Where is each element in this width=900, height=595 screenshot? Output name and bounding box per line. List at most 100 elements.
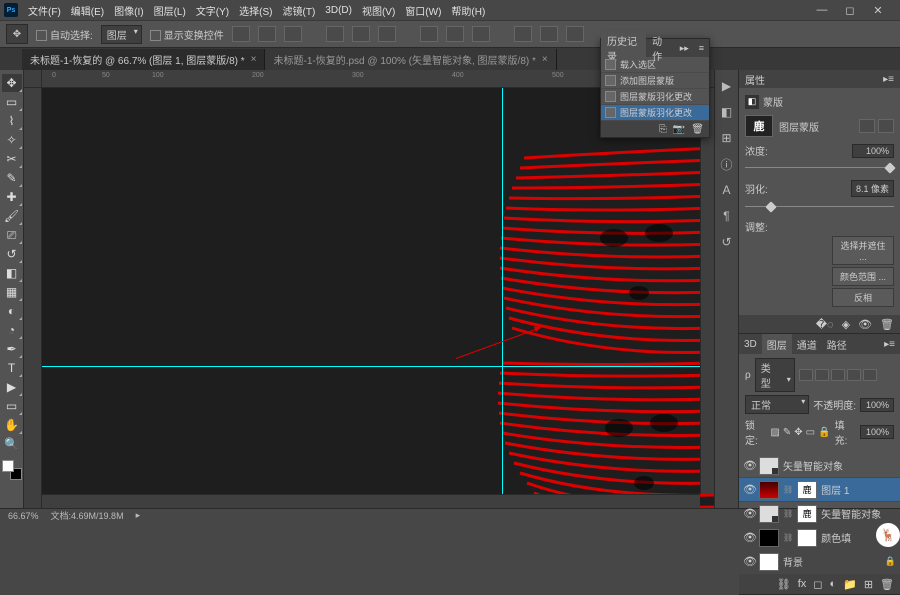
layer-row[interactable]: 👁 矢量智能对象 xyxy=(739,454,900,478)
filter-smart-icon[interactable] xyxy=(863,369,877,381)
3d-mode-icon[interactable] xyxy=(514,26,532,42)
new-doc-from-state-icon[interactable]: ⎘ xyxy=(659,124,667,135)
layer-thumbnail[interactable] xyxy=(759,553,779,571)
invert-button[interactable]: 反相 xyxy=(832,288,894,307)
visibility-icon[interactable]: 👁 xyxy=(743,555,755,568)
apply-mask-icon[interactable]: ◈ xyxy=(842,318,850,331)
history-step[interactable]: 图层蒙版羽化更改 xyxy=(601,89,709,105)
opacity-value[interactable]: 100% xyxy=(860,398,894,412)
filter-type-icon[interactable] xyxy=(831,369,845,381)
mask-link-icon[interactable]: ⛓ xyxy=(783,509,793,518)
lock-pixels-icon[interactable]: ✎ xyxy=(783,427,791,438)
distribute-icon[interactable] xyxy=(378,26,396,42)
menu-image[interactable]: 图像(I) xyxy=(110,1,147,20)
layer-thumbnail[interactable] xyxy=(759,457,779,475)
paragraph-icon[interactable]: ¶ xyxy=(719,208,735,224)
auto-select-check[interactable]: 自动选择: xyxy=(36,27,93,42)
history-panel[interactable]: 历史记录 动作 ▸▸ ≡ 载入选区 添加图层蒙版 图层蒙版羽化更改 图层蒙版羽化… xyxy=(600,38,710,138)
document-tab[interactable]: 未标题-1-恢复的 @ 66.7% (图层 1, 图层蒙版/8) * × xyxy=(22,49,265,70)
mask-thumbnail[interactable] xyxy=(797,529,817,547)
delete-layer-icon[interactable]: 🗑 xyxy=(880,578,894,591)
fx-icon[interactable]: fx xyxy=(798,578,807,590)
pen-tool[interactable]: ✒ xyxy=(2,340,22,358)
close-button[interactable]: ✕ xyxy=(868,4,888,17)
3d-mode-icon[interactable] xyxy=(566,26,584,42)
status-menu-icon[interactable]: ▸ xyxy=(136,510,141,521)
distribute-icon[interactable] xyxy=(472,26,490,42)
3d-mode-icon[interactable] xyxy=(540,26,558,42)
layer-name[interactable]: 矢量智能对象 xyxy=(821,506,881,521)
path-select-tool[interactable]: ▶ xyxy=(2,378,22,396)
color-range-button[interactable]: 颜色范围 ... xyxy=(832,267,894,286)
menu-view[interactable]: 视图(V) xyxy=(358,1,399,20)
dodge-tool[interactable]: ◔ xyxy=(2,321,22,339)
info-icon[interactable]: ⓘ xyxy=(719,156,735,172)
layer-thumbnail[interactable] xyxy=(759,481,779,499)
fg-swatch[interactable] xyxy=(2,460,14,472)
eraser-tool[interactable]: ◧ xyxy=(2,264,22,282)
play-icon[interactable]: ▶ xyxy=(719,78,735,94)
align-icon[interactable] xyxy=(284,26,302,42)
menu-help[interactable]: 帮助(H) xyxy=(447,1,489,20)
document-tab[interactable]: 未标题-1-恢复的.psd @ 100% (矢量智能对象, 图层蒙版/8) * … xyxy=(265,49,556,70)
mask-type-icons[interactable] xyxy=(859,119,894,133)
menu-3d[interactable]: 3D(D) xyxy=(321,3,356,18)
layer-name[interactable]: 颜色填 xyxy=(821,530,851,545)
menu-edit[interactable]: 编辑(E) xyxy=(67,1,108,20)
lock-position-icon[interactable]: ✥ xyxy=(794,427,802,438)
mask-link-icon[interactable]: ⛓ xyxy=(783,485,793,494)
layer-name[interactable]: 背景 xyxy=(783,554,803,569)
panel-menu-icon[interactable]: ≡ xyxy=(694,43,709,53)
auto-select-target[interactable]: 图层 xyxy=(101,25,142,44)
swatches-icon[interactable]: ⊞ xyxy=(719,130,735,146)
feather-value[interactable]: 8.1 像素 xyxy=(851,180,894,197)
maximize-button[interactable]: ◻ xyxy=(840,4,860,17)
disable-mask-icon[interactable]: 👁 xyxy=(858,318,872,331)
layer-filter-kind[interactable]: 类型 xyxy=(755,358,795,392)
tab-channels[interactable]: 通道 xyxy=(792,334,822,355)
layer-row[interactable]: 👁 ⛓ 鹿 矢量智能对象 xyxy=(739,502,900,526)
color-icon[interactable]: ◧ xyxy=(719,104,735,120)
snapshot-icon[interactable]: 📷 xyxy=(673,124,685,135)
zoom-value[interactable]: 66.67% xyxy=(8,511,39,521)
document-canvas[interactable] xyxy=(42,88,714,508)
marquee-tool[interactable]: ▭ xyxy=(2,93,22,111)
tab-close-icon[interactable]: × xyxy=(542,54,548,65)
delete-state-icon[interactable]: 🗑 xyxy=(691,124,704,135)
distribute-icon[interactable] xyxy=(446,26,464,42)
doc-size[interactable]: 文档:4.69M/19.8M xyxy=(51,509,124,522)
eyedropper-tool[interactable]: ✎ xyxy=(2,169,22,187)
density-value[interactable]: 100% xyxy=(852,144,894,158)
move-tool[interactable]: ✥ xyxy=(2,74,22,92)
feather-slider[interactable] xyxy=(745,203,894,211)
mask-link-icon[interactable]: ⛓ xyxy=(783,533,793,542)
properties-panel-header[interactable]: 属性 ▸≡ xyxy=(739,70,900,88)
stamp-tool[interactable]: ⎚ xyxy=(2,226,22,244)
panel-menu-icon[interactable]: ▸≡ xyxy=(883,74,894,85)
menu-select[interactable]: 选择(S) xyxy=(235,1,276,20)
lasso-tool[interactable]: ⌇ xyxy=(2,112,22,130)
group-icon[interactable]: 📁 xyxy=(843,578,857,591)
visibility-icon[interactable]: 👁 xyxy=(743,531,755,544)
layer-name[interactable]: 矢量智能对象 xyxy=(783,458,843,473)
lock-all-icon[interactable]: 🔒 xyxy=(818,427,830,438)
menu-file[interactable]: 文件(F) xyxy=(24,1,65,20)
lock-transparent-icon[interactable]: ▨ xyxy=(770,427,779,438)
char-icon[interactable]: A xyxy=(719,182,735,198)
visibility-icon[interactable]: 👁 xyxy=(743,459,755,472)
blend-mode[interactable]: 正常 xyxy=(745,395,809,414)
tab-3d[interactable]: 3D xyxy=(739,336,762,353)
type-tool[interactable]: T xyxy=(2,359,22,377)
select-and-mask-button[interactable]: 选择并遮住 ... xyxy=(832,236,894,265)
adjustment-icon[interactable]: ◐ xyxy=(829,578,836,590)
tab-layers[interactable]: 图层 xyxy=(762,334,792,355)
align-icon[interactable] xyxy=(232,26,250,42)
history-brush-tool[interactable]: ↺ xyxy=(2,245,22,263)
blur-tool[interactable]: ◐ xyxy=(2,302,22,320)
ruler-vertical[interactable] xyxy=(24,88,42,508)
lock-artboard-icon[interactable]: ▭ xyxy=(806,427,815,438)
add-mask-icon[interactable]: ◻ xyxy=(813,578,822,591)
color-swatches[interactable] xyxy=(2,460,22,480)
history-step[interactable]: 图层蒙版羽化更改 xyxy=(601,105,709,121)
filter-pixel-icon[interactable] xyxy=(799,369,813,381)
